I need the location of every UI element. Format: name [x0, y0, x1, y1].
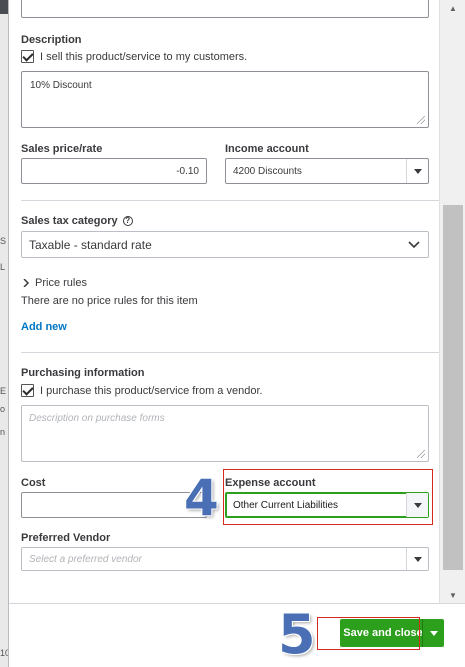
sales-price-label: Sales price/rate — [21, 143, 103, 155]
sales-description-value: 10% Discount — [30, 80, 92, 91]
purchase-description-placeholder: Description on purchase forms — [29, 413, 165, 424]
background-letter: n — [0, 427, 6, 437]
annotation-highlight-box — [317, 617, 420, 650]
price-rules-toggle[interactable]: Price rules — [35, 277, 87, 289]
preferred-vendor-placeholder: Select a preferred vendor — [29, 554, 142, 565]
caret-down-icon[interactable] — [406, 159, 428, 183]
scroll-down-arrow-icon[interactable]: ▼ — [440, 587, 465, 603]
scroll-up-arrow-icon[interactable]: ▲ — [440, 0, 465, 16]
purchasing-info-label: Purchasing information — [21, 367, 145, 379]
background-letter: S — [0, 236, 7, 246]
sales-tax-value: Taxable - standard rate — [29, 238, 152, 252]
caret-down-icon[interactable] — [406, 548, 428, 570]
section-divider — [21, 352, 439, 353]
sell-checkbox-label: I sell this product/service to my custom… — [40, 51, 248, 63]
resize-grip-icon[interactable] — [417, 450, 425, 458]
background-letter: L — [0, 262, 6, 272]
form-scroll-area: Description I sell this product/service … — [9, 0, 447, 603]
description-label: Description — [21, 34, 82, 46]
annotation-step-number: 5 — [278, 603, 316, 666]
income-account-select[interactable]: 4200 Discounts — [225, 158, 429, 184]
cost-input[interactable]: 0 — [21, 492, 207, 518]
caret-down-icon — [429, 630, 438, 636]
previous-field[interactable] — [21, 0, 429, 18]
help-icon[interactable]: ? — [122, 216, 133, 227]
background-letter: E — [0, 386, 7, 396]
vertical-scrollbar[interactable]: ▲ ▼ — [439, 0, 465, 603]
annotation-step-number: 4 — [184, 469, 219, 527]
chevron-right-icon[interactable] — [22, 279, 30, 287]
add-new-link[interactable]: Add new — [21, 321, 67, 333]
sales-tax-label: Sales tax category ? — [21, 215, 133, 227]
sell-checkbox[interactable] — [21, 50, 34, 63]
sales-tax-select[interactable]: Taxable - standard rate — [21, 231, 429, 258]
scrollbar-thumb[interactable] — [443, 205, 463, 570]
chevron-down-icon[interactable] — [408, 241, 420, 249]
purchase-checkbox-label: I purchase this product/service from a v… — [40, 385, 263, 397]
sales-tax-label-text: Sales tax category — [21, 215, 118, 227]
sales-price-value: -0.10 — [176, 166, 199, 177]
income-account-value: 4200 Discounts — [233, 166, 302, 177]
sales-description-field[interactable]: 10% Discount — [21, 71, 429, 128]
cost-label: Cost — [21, 477, 46, 489]
product-service-panel: Description I sell this product/service … — [8, 0, 465, 667]
purchase-checkbox[interactable] — [21, 384, 34, 397]
price-rules-empty-text: There are no price rules for this item — [21, 295, 198, 307]
preferred-vendor-select[interactable]: Select a preferred vendor — [21, 547, 429, 571]
annotation-highlight-box — [223, 469, 433, 525]
purchase-description-field[interactable]: Description on purchase forms — [21, 405, 429, 462]
income-account-label: Income account — [225, 143, 309, 155]
resize-grip-icon[interactable] — [417, 116, 425, 124]
save-options-dropdown-button[interactable] — [422, 619, 444, 647]
section-divider — [21, 200, 439, 201]
background-app-strip: S L E o n 10 — [0, 0, 10, 667]
background-letter: o — [0, 404, 6, 414]
preferred-vendor-label: Preferred Vendor — [21, 532, 111, 544]
sales-price-input[interactable]: -0.10 — [21, 158, 207, 184]
background-dark-corner — [0, 0, 8, 14]
